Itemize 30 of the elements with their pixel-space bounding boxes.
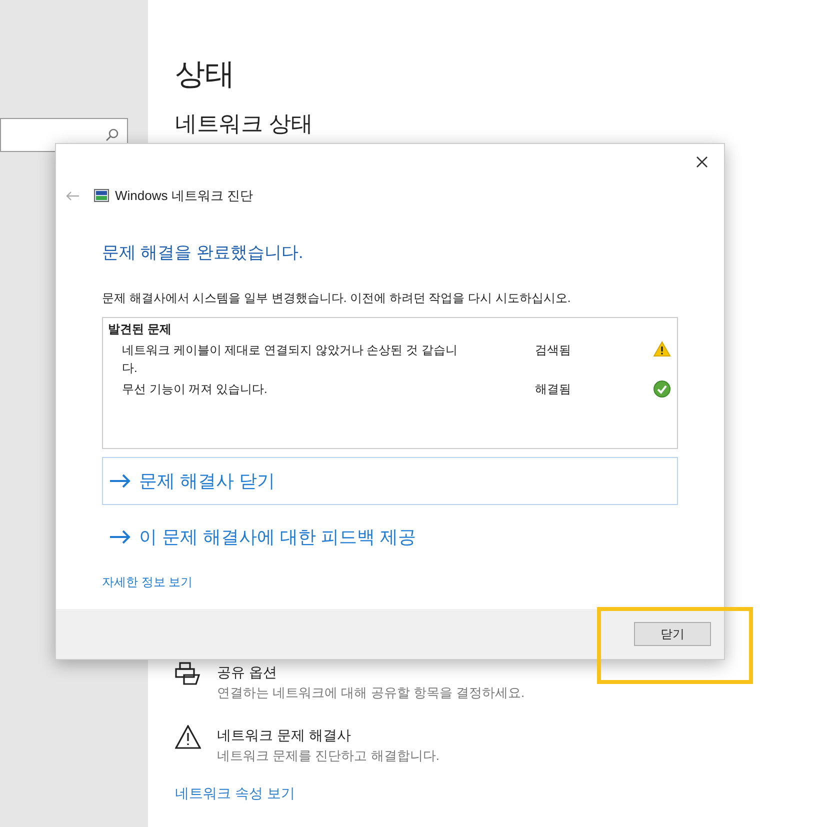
problem-text: 무선 기능이 꺼져 있습니다. [122,381,268,398]
item-description: 네트워크 문제를 진단하고 해결합니다. [217,746,440,764]
back-arrow-icon [66,190,80,201]
dialog-title: Windows 네트워크 진단 [115,187,253,205]
problem-text: 네트워크 케이블이 제대로 연결되지 않았거나 손상된 것 같습니다. [122,342,458,377]
item-title[interactable]: 공유 옵션 [217,662,525,683]
search-icon [105,128,119,142]
item-title[interactable]: 네트워크 문제 해결사 [217,724,440,746]
dialog-heading: 문제 해결을 완료했습니다. [102,242,304,264]
page-title: 상태 [175,57,236,93]
arrow-icon [109,530,131,544]
warning-icon [653,341,671,357]
item-description: 연결하는 네트워크에 대해 공유할 항목을 결정하세요. [217,684,525,702]
back-button[interactable] [66,188,80,203]
problems-heading: 발견된 문제 [108,321,172,338]
action-link[interactable]: 이 문제 해결사에 대한 피드백 제공 [102,513,678,561]
dialog-message: 문제 해결사에서 시스템을 일부 변경했습니다. 이전에 하려던 작업을 다시 시도하십시오. [102,290,572,307]
close-dialog-button[interactable]: 닫기 [634,622,711,646]
close-icon [696,156,708,168]
details-link[interactable]: 자세한 정보 보기 [102,573,193,591]
action-link[interactable]: 문제 해결사 닫기 [102,457,678,505]
network-diagnostics-icon [94,189,109,202]
check-icon [653,380,671,398]
properties-link[interactable]: 네트워크 속성 보기 [175,783,827,804]
problem-status: 해결됨 [535,381,572,398]
printer-icon [175,662,201,686]
arrow-icon [109,474,131,488]
problem-status: 검색됨 [535,342,572,359]
section-title: 네트워크 상태 [175,110,314,138]
warning-icon [175,724,201,748]
